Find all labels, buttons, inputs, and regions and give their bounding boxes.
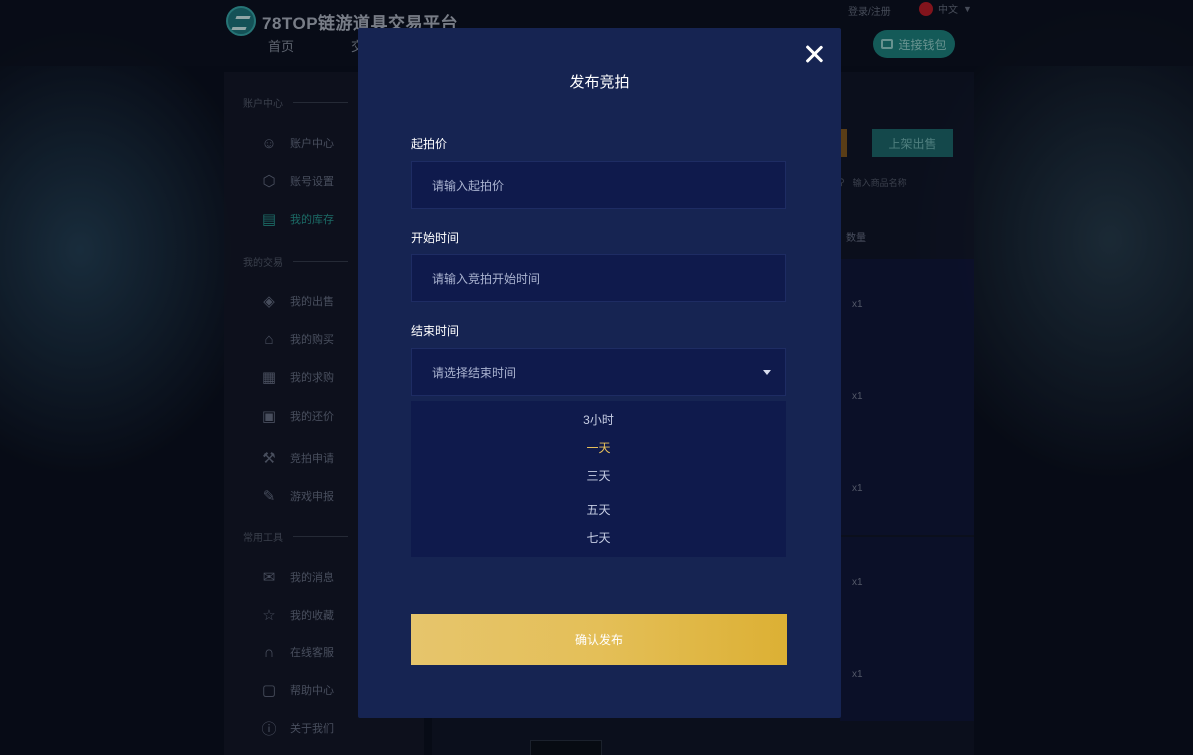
dropdown-option-5d[interactable]: 五天 <box>411 501 786 518</box>
dropdown-option-3d[interactable]: 三天 <box>411 467 786 484</box>
caret-down-icon <box>763 370 771 375</box>
start-time-input[interactable]: 请输入竞拍开始时间 <box>411 254 786 302</box>
start-time-placeholder: 请输入竞拍开始时间 <box>432 271 541 286</box>
end-time-placeholder: 请选择结束时间 <box>432 365 517 380</box>
end-time-label: 结束时间 <box>411 324 460 338</box>
start-price-input[interactable]: 请输入起拍价 <box>411 161 786 209</box>
publish-auction-modal: 发布竞拍 起拍价 请输入起拍价 开始时间 请输入竞拍开始时间 结束时间 请选择结… <box>358 28 841 718</box>
start-time-label: 开始时间 <box>411 231 460 245</box>
dropdown-option-3h[interactable]: 3小时 <box>411 411 786 428</box>
start-price-label: 起拍价 <box>411 137 448 151</box>
confirm-publish-button[interactable]: 确认发布 <box>411 614 787 665</box>
dropdown-option-1d[interactable]: 一天 <box>411 439 786 456</box>
end-time-select[interactable]: 请选择结束时间 <box>411 348 786 396</box>
end-time-dropdown: 3小时 一天 三天 五天 七天 <box>411 401 786 557</box>
dropdown-option-7d[interactable]: 七天 <box>411 529 786 546</box>
modal-title: 发布竞拍 <box>569 74 630 91</box>
start-price-placeholder: 请输入起拍价 <box>432 178 505 193</box>
close-icon[interactable] <box>802 42 826 66</box>
